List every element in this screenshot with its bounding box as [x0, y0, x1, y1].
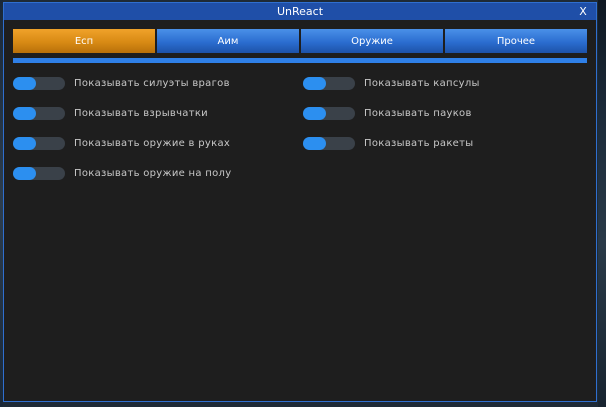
option-label: Показывать силуэты врагов — [74, 78, 230, 89]
title-bar[interactable]: UnReact X — [4, 3, 596, 20]
option-label: Показывать пауков — [364, 108, 472, 119]
option-show-enemy-silhouettes[interactable]: Показывать силуэты врагов — [13, 76, 231, 106]
toggle-switch[interactable] — [13, 167, 65, 180]
tab-aim[interactable]: Аим — [157, 29, 299, 53]
option-show-capsules[interactable]: Показывать капсулы — [303, 76, 480, 106]
toggle-fill — [303, 77, 327, 90]
background-right-edge — [598, 0, 606, 407]
toggle-switch[interactable] — [13, 137, 65, 150]
option-label: Показывать оружие в руках — [74, 138, 231, 149]
close-button[interactable]: X — [576, 3, 590, 20]
option-show-spiders[interactable]: Показывать пауков — [303, 106, 480, 136]
toggle-fill — [13, 107, 37, 120]
toggle-fill — [13, 77, 37, 90]
toggle-switch[interactable] — [13, 77, 65, 90]
option-show-weapons-in-hands[interactable]: Показывать оружие в руках — [13, 136, 231, 166]
tab-weapons[interactable]: Оружие — [301, 29, 443, 53]
option-label: Показывать взрывчатки — [74, 108, 208, 119]
toggle-fill — [303, 107, 327, 120]
option-show-weapons-on-floor[interactable]: Показывать оружие на полу — [13, 166, 231, 196]
tab-underline-divider — [13, 58, 587, 63]
option-label: Показывать ракеты — [364, 138, 474, 149]
toggle-switch[interactable] — [303, 107, 355, 120]
option-label: Показывать капсулы — [364, 78, 480, 89]
toggle-fill — [13, 137, 37, 150]
option-label: Показывать оружие на полу — [74, 168, 232, 179]
toggle-switch[interactable] — [303, 137, 355, 150]
tab-esp[interactable]: Есп — [13, 29, 155, 53]
menu-window: UnReact X Есп Аим Оружие Прочее Показыва… — [3, 2, 597, 402]
options-column-right: Показывать капсулы Показывать пауков Пок… — [303, 76, 480, 166]
option-show-explosives[interactable]: Показывать взрывчатки — [13, 106, 231, 136]
toggle-fill — [303, 137, 327, 150]
toggle-switch[interactable] — [13, 107, 65, 120]
toggle-fill — [13, 167, 37, 180]
option-show-rockets[interactable]: Показывать ракеты — [303, 136, 480, 166]
options-column-left: Показывать силуэты врагов Показывать взр… — [13, 76, 231, 196]
tab-other[interactable]: Прочее — [445, 29, 587, 53]
tab-bar: Есп Аим Оружие Прочее — [13, 29, 587, 53]
window-title: UnReact — [276, 5, 324, 18]
toggle-switch[interactable] — [303, 77, 355, 90]
